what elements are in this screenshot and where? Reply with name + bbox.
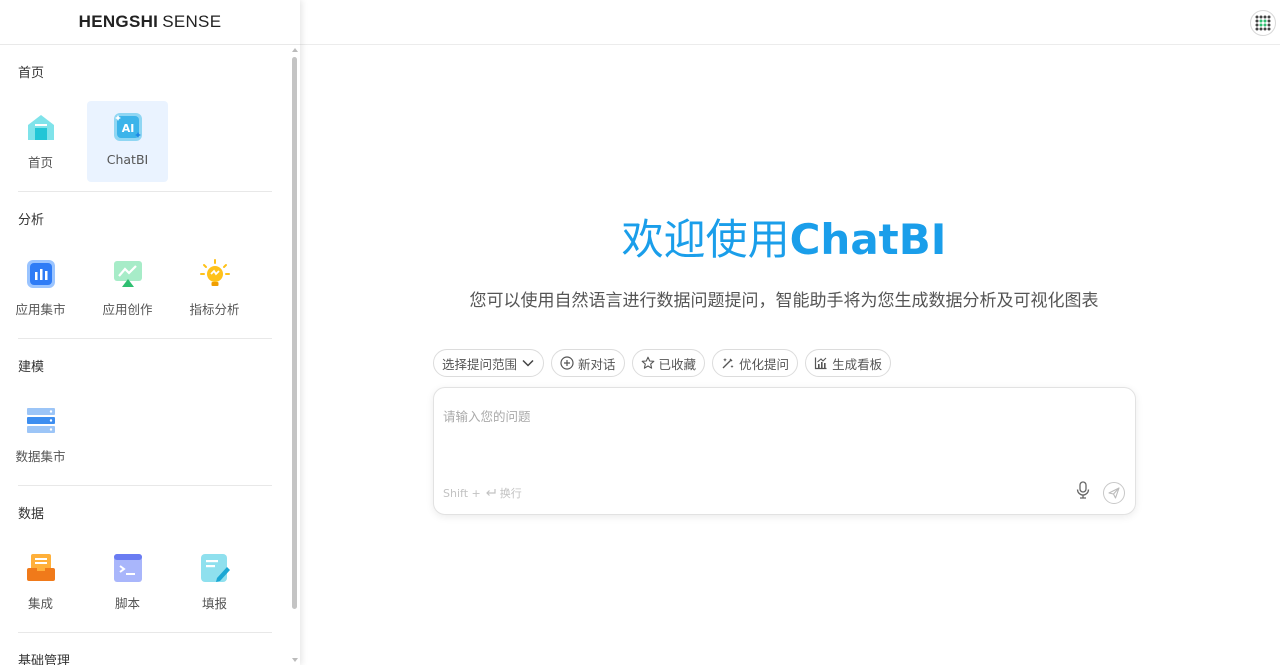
chevron-down-icon: [522, 359, 534, 367]
sidebar-item-label: 脚本: [114, 596, 140, 611]
welcome-subtitle: 您可以使用自然语言进行数据问题提问，智能助手将为您生成数据分析及可视化图表: [469, 291, 1099, 311]
integration-icon: [26, 553, 56, 583]
script-icon: [113, 553, 143, 583]
optimize-question-button[interactable]: 优化提问: [712, 349, 799, 377]
chart-icon: [814, 357, 827, 370]
sidebar-item-label: 数据集市: [15, 449, 66, 464]
section-analysis: 分析 应用集市 应用创作 指标分析: [0, 192, 290, 339]
scroll-thumb[interactable]: [292, 57, 297, 609]
chat-toolbar: 选择提问范围 新对话 已收藏 优化提问 生成看板: [433, 349, 892, 377]
svg-text:AI: AI: [121, 122, 134, 135]
scroll-up-arrow-icon[interactable]: [292, 48, 298, 52]
section-home: 首页 首页 AI ChatBI: [0, 45, 290, 192]
sidebar-scrollbar[interactable]: [290, 45, 300, 665]
section-title: 数据: [18, 507, 45, 522]
plus-circle-icon: [560, 356, 574, 370]
sidebar-item-label: 应用创作: [102, 302, 153, 317]
sidebar-item-integration[interactable]: 集成: [0, 542, 81, 623]
question-input[interactable]: [443, 406, 1123, 466]
home-icon: [26, 112, 56, 142]
app-market-icon: [26, 259, 56, 289]
send-icon: [1108, 487, 1120, 499]
question-input-box: Shift + 换行: [433, 387, 1136, 515]
data-mart-icon: [26, 406, 56, 436]
app-create-icon: [113, 259, 143, 289]
sidebar-item-label: ChatBI: [106, 152, 149, 167]
section-title: 建模: [18, 360, 45, 375]
sidebar-item-label: 首页: [27, 155, 53, 170]
favorites-button[interactable]: 已收藏: [631, 349, 706, 377]
sidebar-item-metric-analysis[interactable]: 指标分析: [174, 248, 255, 329]
generate-dashboard-label: 生成看板: [832, 356, 883, 372]
hint-text: 换行: [499, 487, 522, 500]
sidebar-item-label: 应用集市: [15, 302, 66, 317]
microphone-icon: [1076, 481, 1090, 499]
welcome-title: 欢迎使用ChatBI: [300, 206, 1268, 267]
section-title: 分析: [18, 213, 45, 228]
sidebar-sections: 首页 首页 AI ChatBI 分析 应用集市 应用创作 指标分析 建模 数据集…: [0, 45, 290, 665]
send-button[interactable]: [1103, 482, 1125, 504]
welcome-prefix: 欢迎使用: [621, 215, 790, 264]
sidebar-item-data-mart[interactable]: 数据集市: [0, 395, 81, 476]
section-modeling: 建模 数据集市: [0, 339, 290, 486]
new-chat-button[interactable]: 新对话: [551, 349, 625, 377]
magic-wand-icon: [722, 358, 734, 369]
section-basic-management: 基础管理: [0, 633, 290, 665]
sidebar-item-script[interactable]: 脚本: [87, 542, 168, 623]
sidebar-item-label: 集成: [27, 596, 53, 611]
top-bar: [300, 0, 1280, 45]
sidebar: HENGSHI SENSE 首页 首页 AI ChatBI 分析 应用集市 应用…: [0, 0, 300, 665]
sidebar-item-label: 填报: [201, 596, 227, 611]
sidebar-item-chatbi[interactable]: AI ChatBI: [87, 101, 168, 182]
sidebar-item-fill-report[interactable]: 填报: [174, 542, 255, 623]
sidebar-item-label: 指标分析: [189, 302, 240, 317]
voice-input-button[interactable]: [1075, 481, 1091, 503]
bulb-icon: [199, 259, 230, 289]
app-grid-icon: [1255, 15, 1271, 31]
scope-select[interactable]: 选择提问范围: [433, 349, 545, 377]
sidebar-item-app-market[interactable]: 应用集市: [0, 248, 81, 329]
welcome-product: ChatBI: [789, 215, 947, 264]
sidebar-item-app-create[interactable]: 应用创作: [87, 248, 168, 329]
fill-report-icon: [200, 553, 230, 583]
scope-select-label: 选择提问范围: [442, 356, 518, 372]
brand-rest: SENSE: [162, 12, 222, 31]
star-icon: [641, 356, 654, 369]
generate-dashboard-button[interactable]: 生成看板: [805, 349, 892, 377]
main-content: 欢迎使用ChatBI 您可以使用自然语言进行数据问题提问，智能助手将为您生成数据…: [300, 46, 1280, 665]
scroll-down-arrow-icon[interactable]: [292, 658, 298, 662]
favorites-label: 已收藏: [658, 356, 697, 372]
optimize-question-label: 优化提问: [739, 356, 790, 372]
brand-logo[interactable]: HENGSHI SENSE: [0, 0, 300, 45]
section-data: 数据 集成 脚本 填报: [0, 486, 290, 633]
app-launcher-button[interactable]: [1250, 10, 1276, 36]
newline-hint: Shift + 换行: [443, 485, 522, 501]
brand-bold: HENGSHI: [78, 12, 159, 31]
new-chat-label: 新对话: [578, 356, 616, 372]
section-title: 首页: [18, 66, 45, 81]
ai-icon: AI: [113, 112, 143, 142]
sidebar-item-home[interactable]: 首页: [0, 101, 81, 182]
hint-key: Shift +: [443, 486, 481, 500]
enter-key-icon: [485, 489, 496, 496]
section-title: 基础管理: [18, 654, 71, 665]
